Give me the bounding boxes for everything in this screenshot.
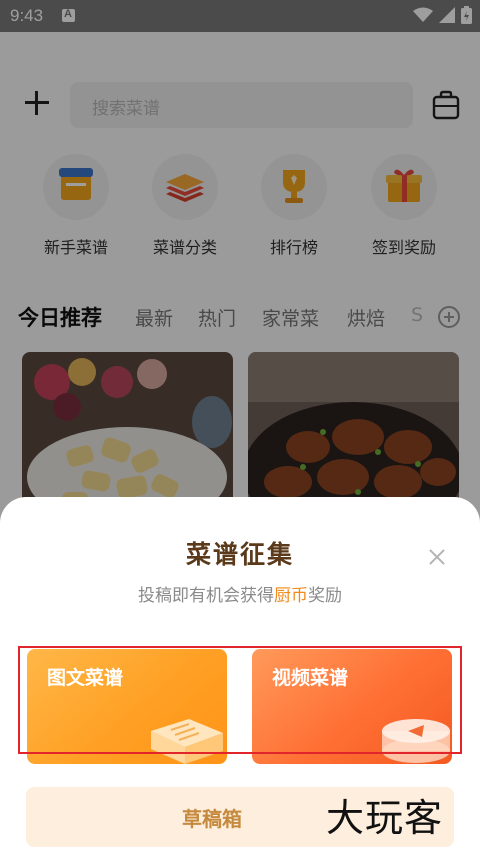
subtitle-prefix: 投稿即有机会获得 — [138, 586, 274, 606]
sheet-subtitle: 投稿即有机会获得厨币奖励 — [0, 581, 480, 606]
sheet-title: 菜谱征集 — [185, 540, 294, 569]
close-icon[interactable] — [428, 548, 446, 566]
subtitle-highlight: 厨币 — [274, 586, 308, 606]
subtitle-suffix: 奖励 — [308, 586, 342, 606]
watermark-text: 大玩客 — [326, 796, 444, 840]
annotation-highlight-box — [18, 646, 462, 754]
